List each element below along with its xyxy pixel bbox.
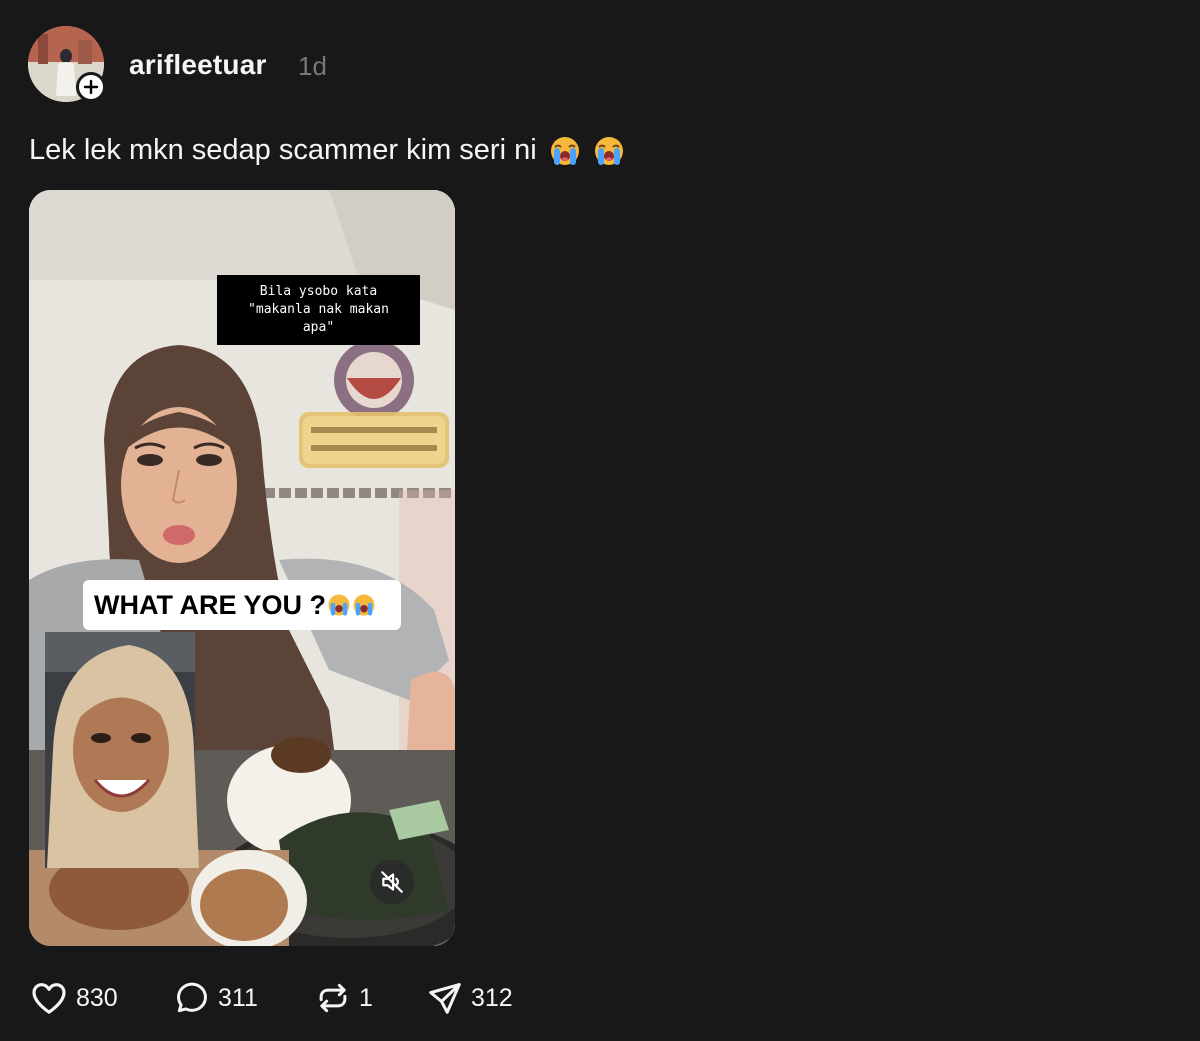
heart-icon xyxy=(32,983,66,1014)
repost-count: 1 xyxy=(359,983,373,1012)
speaker-muted-icon xyxy=(381,871,403,893)
like-count: 830 xyxy=(76,983,118,1012)
loudly-crying-face-emoji xyxy=(353,594,375,616)
mute-toggle-button[interactable] xyxy=(370,860,414,904)
username-link[interactable]: arifleetuar xyxy=(129,49,267,81)
post-actions-bar: 830 311 1 312 xyxy=(29,976,536,1020)
like-button[interactable]: 830 xyxy=(29,978,173,1018)
speech-bubble-icon xyxy=(177,982,207,1013)
paper-plane-icon xyxy=(429,983,461,1014)
post-timestamp[interactable]: 1d xyxy=(298,51,327,82)
video-text-overlay: Bila ysobo kata "makanla nak makan apa" xyxy=(217,275,420,345)
sticker-text: WHAT ARE YOU ? xyxy=(94,589,326,620)
share-button[interactable]: 312 xyxy=(426,979,536,1017)
loudly-crying-face-emoji xyxy=(594,136,623,165)
reply-button[interactable]: 311 xyxy=(173,979,314,1017)
follow-button[interactable] xyxy=(76,72,106,102)
reply-count: 311 xyxy=(218,983,258,1012)
repost-button[interactable]: 1 xyxy=(314,979,426,1017)
plus-icon xyxy=(83,79,99,95)
repost-icon xyxy=(319,983,347,1013)
post-video[interactable]: Bila ysobo kata "makanla nak makan apa" … xyxy=(29,190,455,946)
loudly-crying-face-emoji xyxy=(550,136,579,165)
caption-text: Lek lek mkn sedap scammer kim seri ni xyxy=(29,134,537,166)
post-caption: Lek lek mkn sedap scammer kim seri ni xyxy=(29,134,625,167)
share-count: 312 xyxy=(471,983,513,1012)
loudly-crying-face-emoji xyxy=(328,594,350,616)
video-sticker-label: WHAT ARE YOU ? xyxy=(83,580,401,630)
author-avatar-container[interactable] xyxy=(28,26,106,104)
